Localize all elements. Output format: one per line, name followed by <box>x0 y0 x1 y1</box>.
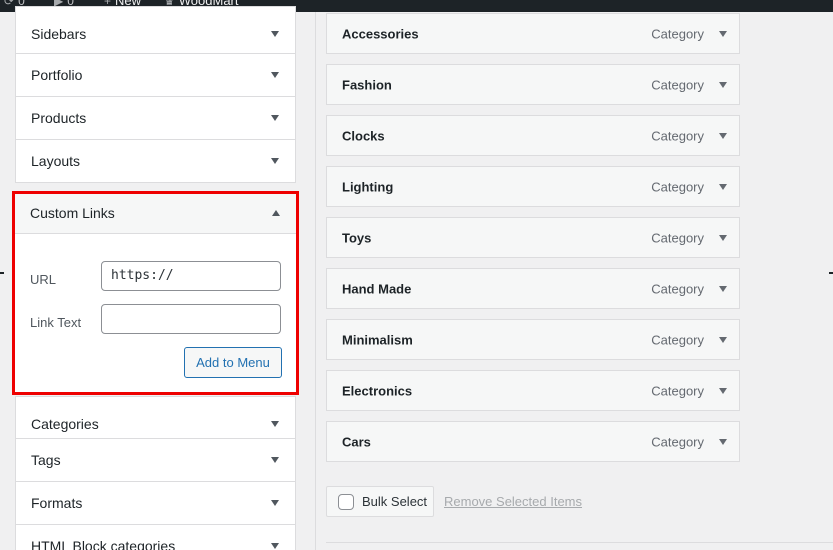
accordion-title: Products <box>31 110 87 126</box>
chevron-down-icon <box>271 115 279 121</box>
chevron-down-icon[interactable] <box>719 30 727 37</box>
chevron-down-icon <box>271 500 279 506</box>
accordion-layouts[interactable]: Layouts <box>15 140 296 183</box>
menu-item-type: Category <box>651 179 704 194</box>
menu-item[interactable]: Lighting Category <box>326 166 740 207</box>
menu-item-type: Category <box>651 77 704 92</box>
menu-item-type: Category <box>651 383 704 398</box>
footer-divider <box>326 542 833 543</box>
remove-selected-items-link[interactable]: Remove Selected Items <box>444 494 582 509</box>
menu-item-title: Lighting <box>342 179 394 194</box>
accordion-custom-links[interactable]: Custom Links <box>15 194 296 234</box>
link-text-label: Link Text <box>30 315 82 330</box>
menu-item-title: Toys <box>342 230 372 245</box>
menu-item-type: Category <box>651 434 704 449</box>
accordion-sidebars[interactable]: Sidebars <box>15 6 296 54</box>
accordion-html-block-categories[interactable]: HTML Block categories <box>15 525 296 550</box>
chevron-up-icon <box>272 210 280 216</box>
menu-item[interactable]: Clocks Category <box>326 115 740 156</box>
add-menu-items-panel-lower: Categories Tags Formats HTML Block categ… <box>15 396 296 550</box>
menu-item-type: Category <box>651 128 704 143</box>
accordion-title: Categories <box>31 416 99 432</box>
accordion-title: Tags <box>31 452 61 468</box>
column-divider <box>315 12 316 550</box>
accordion-title: Portfolio <box>31 67 83 83</box>
chevron-down-icon[interactable] <box>719 285 727 292</box>
menu-item[interactable]: Accessories Category <box>326 13 740 54</box>
link-text-input[interactable] <box>101 304 281 334</box>
chevron-down-icon[interactable] <box>719 234 727 241</box>
menu-item[interactable]: Fashion Category <box>326 64 740 105</box>
menu-item[interactable]: Minimalism Category <box>326 319 740 360</box>
menu-item[interactable]: Electronics Category <box>326 370 740 411</box>
accordion-title: Custom Links <box>30 205 115 221</box>
accordion-title: HTML Block categories <box>31 538 176 550</box>
accordion-formats[interactable]: Formats <box>15 482 296 525</box>
chevron-down-icon[interactable] <box>719 387 727 394</box>
chevron-down-icon <box>271 457 279 463</box>
menu-item-type: Category <box>651 26 704 41</box>
menu-item[interactable]: Toys Category <box>326 217 740 258</box>
url-input[interactable]: https:// <box>101 261 281 291</box>
bulk-select-label: Bulk Select <box>362 494 428 509</box>
edge-marker <box>0 272 4 274</box>
add-to-menu-button[interactable]: Add to Menu <box>184 347 282 378</box>
menu-item-title: Minimalism <box>342 332 413 347</box>
chevron-down-icon <box>271 158 279 164</box>
menu-item-type: Category <box>651 230 704 245</box>
updates-icon: ⟳ <box>4 0 15 8</box>
chevron-down-icon <box>271 543 279 549</box>
menu-item-type: Category <box>651 281 704 296</box>
accordion-portfolio[interactable]: Portfolio <box>15 54 296 97</box>
menu-item-title: Hand Made <box>342 281 412 296</box>
accordion-title: Formats <box>31 495 83 511</box>
chevron-down-icon[interactable] <box>719 438 727 445</box>
custom-links-section: Custom Links URL https:// Link Text Add … <box>12 191 299 395</box>
bulk-select-toggle[interactable]: Bulk Select <box>326 486 434 517</box>
menu-item[interactable]: Hand Made Category <box>326 268 740 309</box>
bulk-select-checkbox[interactable] <box>338 494 354 510</box>
chevron-down-icon[interactable] <box>719 336 727 343</box>
menu-item-title: Fashion <box>342 77 392 92</box>
accordion-categories[interactable]: Categories <box>15 396 296 439</box>
url-label: URL <box>30 272 57 287</box>
chevron-down-icon[interactable] <box>719 132 727 139</box>
accordion-products[interactable]: Products <box>15 97 296 140</box>
menu-item-title: Accessories <box>342 26 419 41</box>
menu-item-title: Clocks <box>342 128 385 143</box>
menu-structure-list: Accessories Category Fashion Category Cl… <box>326 13 740 472</box>
chevron-down-icon <box>271 421 279 427</box>
add-menu-items-panel: Sidebars Portfolio Products Layouts <box>15 6 296 183</box>
chevron-down-icon[interactable] <box>719 81 727 88</box>
accordion-title: Sidebars <box>31 26 87 42</box>
chevron-down-icon <box>271 72 279 78</box>
chevron-down-icon[interactable] <box>719 183 727 190</box>
chevron-down-icon <box>271 31 279 37</box>
accordion-tags[interactable]: Tags <box>15 439 296 482</box>
menu-item[interactable]: Cars Category <box>326 421 740 462</box>
menu-item-type: Category <box>651 332 704 347</box>
menu-item-title: Cars <box>342 434 371 449</box>
edge-marker <box>829 272 833 274</box>
menu-item-title: Electronics <box>342 383 413 398</box>
accordion-title: Layouts <box>31 153 81 169</box>
